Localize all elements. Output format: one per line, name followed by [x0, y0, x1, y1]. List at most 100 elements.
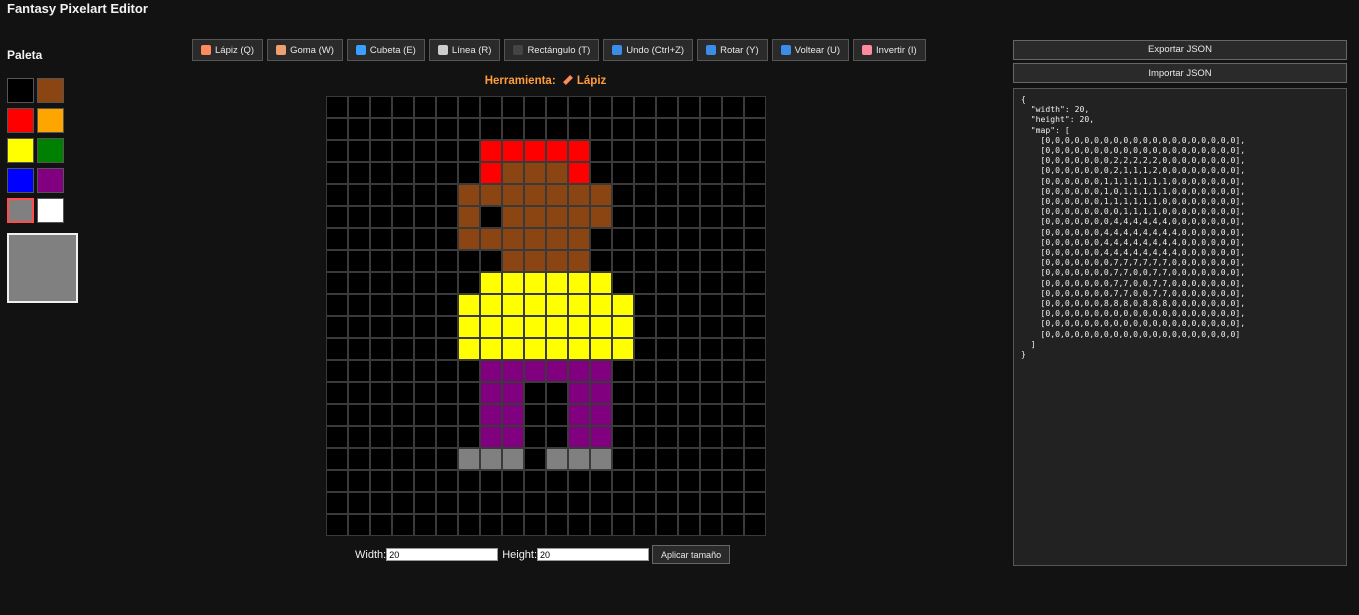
pixel-cell[interactable] — [436, 426, 458, 448]
pixel-cell[interactable] — [656, 184, 678, 206]
pixel-cell[interactable] — [524, 294, 546, 316]
pixel-cell[interactable] — [458, 184, 480, 206]
pixel-cell[interactable] — [458, 206, 480, 228]
pixel-cell[interactable] — [656, 140, 678, 162]
pixel-cell[interactable] — [326, 338, 348, 360]
pixel-cell[interactable] — [568, 184, 590, 206]
pixel-cell[interactable] — [634, 338, 656, 360]
pixel-cell[interactable] — [370, 206, 392, 228]
pixel-cell[interactable] — [480, 338, 502, 360]
pixel-cell[interactable] — [568, 514, 590, 536]
pixel-cell[interactable] — [568, 162, 590, 184]
pixel-cell[interactable] — [524, 426, 546, 448]
pixel-canvas[interactable] — [326, 96, 766, 536]
pixel-cell[interactable] — [458, 426, 480, 448]
pixel-cell[interactable] — [458, 492, 480, 514]
pixel-cell[interactable] — [326, 492, 348, 514]
pixel-cell[interactable] — [436, 184, 458, 206]
pixel-cell[interactable] — [524, 404, 546, 426]
pixel-cell[interactable] — [568, 206, 590, 228]
pixel-cell[interactable] — [656, 206, 678, 228]
pixel-cell[interactable] — [722, 316, 744, 338]
pixel-cell[interactable] — [678, 96, 700, 118]
pixel-cell[interactable] — [700, 96, 722, 118]
pixel-cell[interactable] — [656, 404, 678, 426]
pixel-cell[interactable] — [392, 404, 414, 426]
pixel-cell[interactable] — [348, 492, 370, 514]
pixel-cell[interactable] — [700, 294, 722, 316]
pixel-cell[interactable] — [568, 294, 590, 316]
pixel-cell[interactable] — [524, 250, 546, 272]
pixel-cell[interactable] — [546, 316, 568, 338]
pixel-cell[interactable] — [524, 162, 546, 184]
pixel-cell[interactable] — [722, 118, 744, 140]
pixel-cell[interactable] — [326, 162, 348, 184]
import-json-button[interactable]: Importar JSON — [1013, 63, 1347, 83]
pixel-cell[interactable] — [634, 140, 656, 162]
pixel-cell[interactable] — [722, 250, 744, 272]
eraser-tool-button[interactable]: Goma (W) — [267, 39, 343, 61]
pixel-cell[interactable] — [436, 294, 458, 316]
pixel-cell[interactable] — [326, 514, 348, 536]
pixel-cell[interactable] — [502, 118, 524, 140]
pixel-cell[interactable] — [414, 294, 436, 316]
pixel-cell[interactable] — [744, 404, 766, 426]
pixel-cell[interactable] — [634, 96, 656, 118]
pixel-cell[interactable] — [414, 162, 436, 184]
pixel-cell[interactable] — [678, 338, 700, 360]
pixel-cell[interactable] — [502, 470, 524, 492]
pixel-cell[interactable] — [546, 492, 568, 514]
pixel-cell[interactable] — [634, 514, 656, 536]
pixel-cell[interactable] — [436, 162, 458, 184]
pixel-cell[interactable] — [700, 492, 722, 514]
pixel-cell[interactable] — [524, 272, 546, 294]
pixel-cell[interactable] — [458, 228, 480, 250]
pixel-cell[interactable] — [480, 96, 502, 118]
pixel-cell[interactable] — [722, 140, 744, 162]
pixel-cell[interactable] — [524, 184, 546, 206]
pixel-cell[interactable] — [634, 382, 656, 404]
pixel-cell[interactable] — [612, 338, 634, 360]
pixel-cell[interactable] — [744, 272, 766, 294]
pixel-cell[interactable] — [348, 382, 370, 404]
pixel-cell[interactable] — [348, 228, 370, 250]
pixel-cell[interactable] — [656, 448, 678, 470]
pixel-cell[interactable] — [656, 272, 678, 294]
pixel-cell[interactable] — [744, 470, 766, 492]
pixel-cell[interactable] — [348, 426, 370, 448]
pixel-cell[interactable] — [392, 96, 414, 118]
pixel-cell[interactable] — [480, 426, 502, 448]
pixel-cell[interactable] — [458, 514, 480, 536]
pixel-cell[interactable] — [634, 426, 656, 448]
pixel-cell[interactable] — [700, 140, 722, 162]
pixel-cell[interactable] — [744, 492, 766, 514]
pixel-cell[interactable] — [568, 404, 590, 426]
pixel-cell[interactable] — [590, 118, 612, 140]
pixel-cell[interactable] — [370, 316, 392, 338]
pixel-cell[interactable] — [678, 448, 700, 470]
pixel-cell[interactable] — [612, 206, 634, 228]
pixel-cell[interactable] — [348, 96, 370, 118]
pixel-cell[interactable] — [480, 140, 502, 162]
pixel-cell[interactable] — [656, 470, 678, 492]
pixel-cell[interactable] — [722, 514, 744, 536]
palette-swatch[interactable] — [7, 108, 34, 133]
pixel-cell[interactable] — [370, 96, 392, 118]
pixel-cell[interactable] — [414, 316, 436, 338]
pixel-cell[interactable] — [634, 206, 656, 228]
pixel-cell[interactable] — [722, 426, 744, 448]
pixel-cell[interactable] — [744, 206, 766, 228]
pixel-cell[interactable] — [436, 448, 458, 470]
pixel-cell[interactable] — [678, 492, 700, 514]
pixel-cell[interactable] — [392, 184, 414, 206]
pixel-cell[interactable] — [700, 470, 722, 492]
pixel-cell[interactable] — [348, 206, 370, 228]
palette-swatch[interactable] — [7, 168, 34, 193]
pixel-cell[interactable] — [370, 382, 392, 404]
pixel-cell[interactable] — [370, 514, 392, 536]
rectangle-tool-button[interactable]: Rectángulo (T) — [504, 39, 600, 61]
pixel-cell[interactable] — [392, 140, 414, 162]
pixel-cell[interactable] — [436, 206, 458, 228]
pixel-cell[interactable] — [458, 162, 480, 184]
pixel-cell[interactable] — [546, 514, 568, 536]
